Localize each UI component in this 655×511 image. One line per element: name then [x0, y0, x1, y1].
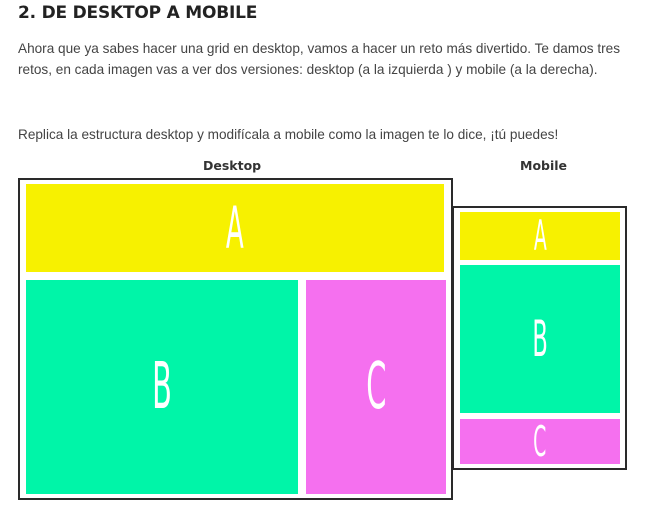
mobile-block-a: A	[458, 210, 622, 262]
desktop-block-c: C	[304, 278, 448, 496]
mobile-block-c: C	[458, 417, 622, 466]
desktop-block-a: A	[24, 182, 446, 274]
section-heading: 2. DE DESKTOP A MOBILE	[18, 3, 258, 23]
mobile-block-a-letter: A	[533, 211, 547, 260]
instruction-paragraph: Replica la estructura desktop y modifíca…	[18, 127, 559, 142]
mobile-label: Mobile	[520, 158, 568, 173]
mobile-block-b: B	[458, 263, 622, 415]
intro-paragraph: Ahora que ya sabes hacer una grid en des…	[18, 41, 620, 77]
desktop-block-c-letter: C	[365, 350, 387, 424]
mobile-block-c-letter: C	[533, 416, 547, 466]
mobile-layout-frame: A B C	[452, 206, 627, 470]
mobile-block-b-letter: B	[532, 310, 548, 368]
desktop-label: Desktop	[203, 158, 262, 173]
desktop-layout-frame: A B C	[18, 178, 453, 500]
desktop-block-b: B	[24, 278, 300, 496]
desktop-block-a-letter: A	[226, 194, 244, 262]
desktop-block-b-letter: B	[152, 350, 172, 424]
